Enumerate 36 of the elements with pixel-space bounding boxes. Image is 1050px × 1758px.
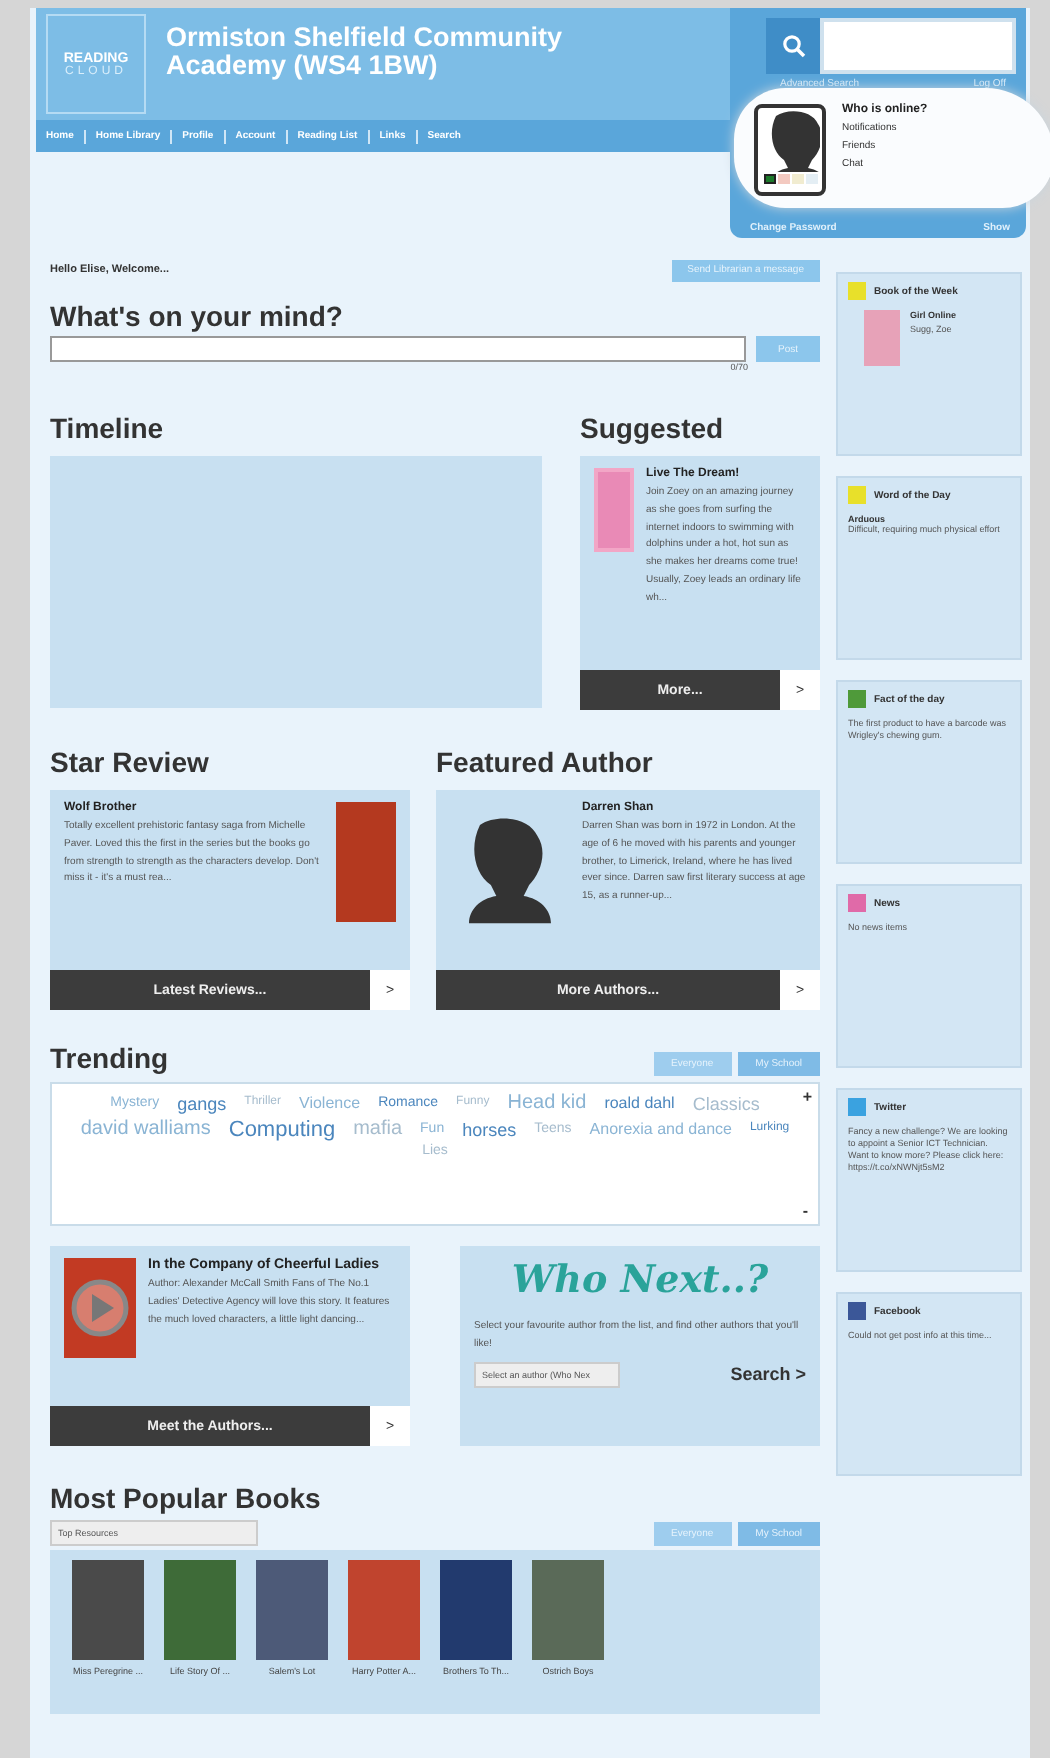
search-icon — [781, 34, 805, 58]
who-next-logo: Who Next..? — [511, 1258, 769, 1302]
school-name: Ormiston Shelfield Community Academy (WS4 1BW) — [166, 20, 565, 81]
book-cover[interactable] — [348, 1560, 420, 1660]
book-cover[interactable] — [72, 1560, 144, 1660]
section-heading: Most Popular Books — [50, 1482, 323, 1516]
book-cover[interactable] — [440, 1560, 512, 1660]
tag-link[interactable]: Violence — [299, 1094, 361, 1113]
search-link[interactable]: Search > — [730, 1364, 806, 1384]
book-cover[interactable] — [164, 1560, 236, 1660]
section-heading: What's on your mind? — [50, 300, 345, 334]
search-field[interactable] — [820, 18, 1016, 74]
section-heading: Timeline — [50, 412, 166, 446]
tag-link[interactable]: Head kid — [507, 1092, 587, 1115]
book-cover — [336, 802, 396, 922]
tag-link[interactable]: horses — [462, 1119, 517, 1140]
tag-link[interactable]: Classics — [692, 1093, 760, 1114]
scroll-button[interactable]: - — [802, 1202, 812, 1220]
tag-link[interactable]: roald dahl — [604, 1094, 675, 1113]
tag-link[interactable]: mafia — [353, 1118, 403, 1142]
section-heading: Star Review — [50, 746, 211, 780]
section-heading: Suggested — [580, 412, 726, 446]
section-heading: Trending — [50, 1042, 169, 1076]
book-cover[interactable] — [532, 1560, 604, 1660]
book-cover[interactable] — [256, 1560, 328, 1660]
scroll-button[interactable]: + — [802, 1088, 812, 1106]
tag-link[interactable]: Computing — [228, 1117, 336, 1143]
book-cover — [594, 468, 634, 552]
post-field[interactable] — [50, 336, 746, 362]
search-button[interactable] — [766, 18, 820, 74]
tag-link[interactable]: Anorexia and dance — [589, 1120, 732, 1139]
book-cover — [864, 310, 900, 366]
tag-link[interactable]: david walliams — [80, 1118, 211, 1142]
tag-link[interactable]: gangs — [177, 1093, 227, 1114]
play-icon — [70, 1278, 130, 1338]
section-heading: Featured Author — [436, 746, 655, 780]
